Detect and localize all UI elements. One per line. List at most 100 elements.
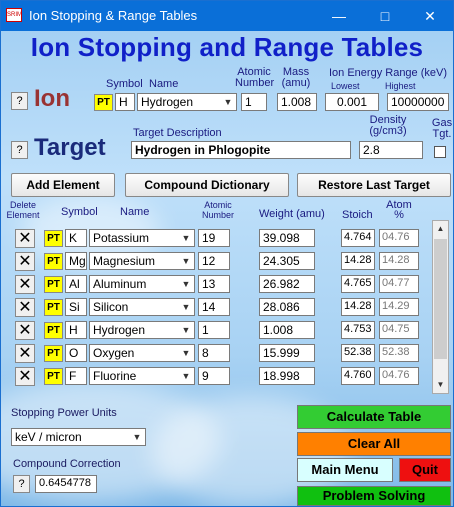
element-weight-field[interactable]: 18.998: [259, 367, 315, 385]
main-menu-button[interactable]: Main Menu: [297, 458, 393, 482]
target-description-field[interactable]: Hydrogen in Phlogopite: [131, 141, 351, 159]
target-density-field[interactable]: 2.8: [359, 141, 423, 159]
ion-name-select[interactable]: Hydrogen ▼: [137, 93, 237, 111]
chevron-down-icon: ▼: [178, 230, 194, 246]
problem-solving-button[interactable]: Problem Solving: [297, 486, 451, 506]
element-stoich-field[interactable]: 14.28: [341, 252, 375, 270]
element-stoich-field[interactable]: 4.760: [341, 367, 375, 385]
compound-dictionary-button[interactable]: Compound Dictionary: [125, 173, 289, 197]
element-periodic-table-button[interactable]: PT: [44, 322, 63, 339]
element-symbol-field[interactable]: O: [65, 344, 87, 362]
element-atom-percent-field: 04.76: [379, 367, 419, 385]
quit-button[interactable]: Quit: [399, 458, 451, 482]
element-periodic-table-button[interactable]: PT: [44, 345, 63, 362]
maximize-icon[interactable]: □: [362, 1, 408, 31]
element-periodic-table-button[interactable]: PT: [44, 299, 63, 316]
element-symbol-header: Symbol: [61, 206, 98, 218]
delete-element-button[interactable]: ✕: [15, 252, 35, 271]
element-periodic-table-button[interactable]: PT: [44, 230, 63, 247]
close-icon[interactable]: ✕: [407, 1, 453, 31]
delete-element-button[interactable]: ✕: [15, 367, 35, 386]
stopping-units-label: Stopping Power Units: [11, 407, 117, 419]
scroll-up-icon[interactable]: ▲: [433, 221, 448, 237]
energy-lowest-field[interactable]: 0.001: [325, 93, 379, 111]
restore-last-target-button[interactable]: Restore Last Target: [297, 173, 451, 197]
element-weight-field[interactable]: 26.982: [259, 275, 315, 293]
element-atomic-number-field[interactable]: 12: [198, 252, 230, 270]
element-name-select[interactable]: Potassium ▼: [89, 229, 195, 247]
element-atomic-number-field[interactable]: 14: [198, 298, 230, 316]
gas-target-checkbox[interactable]: [434, 146, 446, 158]
element-name-select[interactable]: Silicon ▼: [89, 298, 195, 316]
energy-highest-field[interactable]: 10000000: [387, 93, 449, 111]
element-weight-field[interactable]: 15.999: [259, 344, 315, 362]
stoich-header: Stoich: [342, 209, 373, 221]
compound-correction-help-button[interactable]: ?: [13, 475, 30, 493]
chevron-down-icon: ▼: [178, 345, 194, 361]
element-symbol-field[interactable]: H: [65, 321, 87, 339]
delete-element-button[interactable]: ✕: [15, 275, 35, 294]
element-atomic-number-field[interactable]: 9: [198, 367, 230, 385]
add-element-button[interactable]: Add Element: [11, 173, 115, 197]
scroll-down-icon[interactable]: ▼: [433, 377, 448, 393]
delete-element-button[interactable]: ✕: [15, 321, 35, 340]
ion-symbol-header: Symbol: [106, 78, 143, 90]
delete-element-button[interactable]: ✕: [15, 298, 35, 317]
delete-element-header: Delete Element: [6, 200, 40, 220]
atomic-number-header: Atomic Number: [235, 66, 275, 89]
calculate-table-button[interactable]: Calculate Table: [297, 405, 451, 429]
weight-header: Weight (amu): [259, 208, 325, 220]
chevron-down-icon: ▼: [178, 368, 194, 384]
element-name-select[interactable]: Fluorine ▼: [89, 367, 195, 385]
element-atomic-number-field[interactable]: 8: [198, 344, 230, 362]
element-name-select[interactable]: Oxygen ▼: [89, 344, 195, 362]
ion-mass-field[interactable]: 1.008: [277, 93, 317, 111]
element-list-scrollbar[interactable]: ▲ ▼: [432, 220, 449, 394]
element-atom-percent-field: 14.28: [379, 252, 419, 270]
element-weight-field[interactable]: 1.008: [259, 321, 315, 339]
element-periodic-table-button[interactable]: PT: [44, 368, 63, 385]
delete-element-button[interactable]: ✕: [15, 229, 35, 248]
element-stoich-field[interactable]: 52.38: [341, 344, 375, 362]
element-atom-percent-field: 04.75: [379, 321, 419, 339]
ion-help-button[interactable]: ?: [11, 92, 28, 110]
chevron-down-icon: ▼: [129, 429, 145, 445]
element-atomic-number-field[interactable]: 1: [198, 321, 230, 339]
element-periodic-table-button[interactable]: PT: [44, 276, 63, 293]
clear-all-button[interactable]: Clear All: [297, 432, 451, 456]
element-stoich-field[interactable]: 4.764: [341, 229, 375, 247]
window-title: Ion Stopping & Range Tables: [29, 8, 198, 23]
element-name-select[interactable]: Aluminum ▼: [89, 275, 195, 293]
element-symbol-field[interactable]: K: [65, 229, 87, 247]
chevron-down-icon: ▼: [178, 322, 194, 338]
scrollbar-thumb[interactable]: [434, 239, 447, 359]
element-symbol-field[interactable]: F: [65, 367, 87, 385]
ion-atomic-number-field[interactable]: 1: [241, 93, 267, 111]
element-symbol-field[interactable]: Mg: [65, 252, 87, 270]
ion-symbol-field[interactable]: H: [115, 93, 135, 111]
element-periodic-table-button[interactable]: PT: [44, 253, 63, 270]
element-weight-field[interactable]: 28.086: [259, 298, 315, 316]
chevron-down-icon: ▼: [178, 253, 194, 269]
element-weight-field[interactable]: 39.098: [259, 229, 315, 247]
element-name-select[interactable]: Hydrogen ▼: [89, 321, 195, 339]
delete-element-button[interactable]: ✕: [15, 344, 35, 363]
element-atomic-number-field[interactable]: 19: [198, 229, 230, 247]
compound-correction-field[interactable]: 0.6454778: [35, 475, 97, 493]
ion-periodic-table-button[interactable]: PT: [94, 94, 113, 111]
compound-correction-label: Compound Correction: [13, 458, 121, 470]
element-atomic-number-field[interactable]: 13: [198, 275, 230, 293]
element-name-select[interactable]: Magnesium ▼: [89, 252, 195, 270]
stopping-units-select[interactable]: keV / micron ▼: [11, 428, 146, 446]
element-weight-field[interactable]: 24.305: [259, 252, 315, 270]
minimize-icon[interactable]: —: [316, 1, 362, 31]
target-help-button[interactable]: ?: [11, 141, 28, 159]
element-stoich-field[interactable]: 14.28: [341, 298, 375, 316]
element-symbol-field[interactable]: Si: [65, 298, 87, 316]
element-symbol-field[interactable]: Al: [65, 275, 87, 293]
element-stoich-field[interactable]: 4.765: [341, 275, 375, 293]
density-header: Density (g/cm3): [369, 114, 407, 137]
atom-percent-header: Atom%: [386, 199, 412, 221]
page-title: Ion Stopping and Range Tables: [30, 32, 424, 62]
element-stoich-field[interactable]: 4.753: [341, 321, 375, 339]
